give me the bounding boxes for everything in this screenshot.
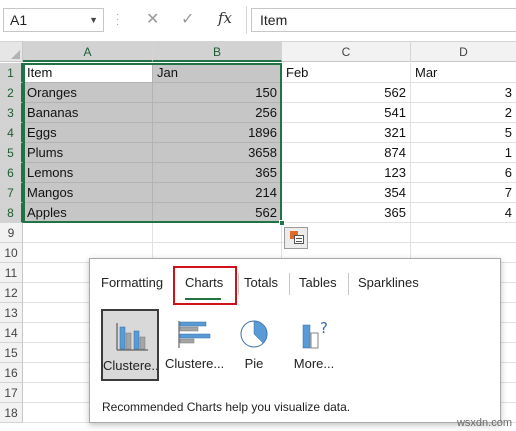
cell-c1[interactable]: Feb (282, 63, 411, 83)
cell-b9[interactable] (153, 223, 282, 243)
cell-b7[interactable]: 214 (153, 183, 282, 203)
cell-a3[interactable]: Bananas (23, 103, 153, 123)
cell-a7[interactable]: Mangos (23, 183, 153, 203)
cell-b8[interactable]: 562 (153, 203, 282, 223)
cell-c3[interactable]: 541 (282, 103, 411, 123)
fill-handle[interactable] (279, 220, 285, 226)
cell-b2[interactable]: 150 (153, 83, 282, 103)
row-header-16[interactable]: 16 (0, 363, 23, 383)
cell-a5[interactable]: Plums (23, 143, 153, 163)
cell-d4[interactable]: 5 (411, 123, 516, 143)
option-pie[interactable]: Pie (225, 309, 283, 381)
cell-d3[interactable]: 2 (411, 103, 516, 123)
option-label: Pie (244, 356, 264, 371)
row-header-10[interactable]: 10 (0, 243, 23, 263)
column-header-a[interactable]: A (23, 42, 153, 62)
select-all-button[interactable] (0, 42, 23, 62)
chevron-down-icon[interactable]: ▼ (89, 9, 98, 31)
row-header-13[interactable]: 13 (0, 303, 23, 323)
cell-d2[interactable]: 3 (411, 83, 516, 103)
highlight-box (173, 266, 237, 305)
insert-function-button[interactable]: fx (218, 9, 232, 27)
tab-formatting[interactable]: Formatting (101, 274, 163, 292)
watermark: wsxdn.com (456, 417, 512, 429)
column-header-c[interactable]: C (282, 42, 411, 62)
cell-d7[interactable]: 7 (411, 183, 516, 203)
row-header-17[interactable]: 17 (0, 383, 23, 403)
cell-b6[interactable]: 365 (153, 163, 282, 183)
more-charts-icon: ? (302, 319, 328, 349)
cell-d9[interactable] (411, 223, 516, 243)
quick-analysis-button[interactable] (284, 227, 308, 249)
row-header-4[interactable]: 4 (0, 123, 23, 143)
row-header-8[interactable]: 8 (0, 203, 23, 223)
panel-description: Recommended Charts help you visualize da… (102, 400, 351, 414)
option-clustered-column[interactable]: Clustere... (101, 309, 159, 381)
row-header-6[interactable]: 6 (0, 163, 23, 183)
cell-b4[interactable]: 1896 (153, 123, 282, 143)
pie-chart-icon (240, 320, 268, 348)
row-header-11[interactable]: 11 (0, 263, 23, 283)
cell-a2[interactable]: Oranges (23, 83, 153, 103)
formula-bar-grip-icon[interactable]: · · · (116, 10, 120, 30)
cell-a4[interactable]: Eggs (23, 123, 153, 143)
row-header-1[interactable]: 1 (0, 63, 23, 83)
cancel-icon[interactable]: ✕ (146, 10, 159, 30)
row-header-2[interactable]: 2 (0, 83, 23, 103)
cell-c5[interactable]: 874 (282, 143, 411, 163)
row-header-7[interactable]: 7 (0, 183, 23, 203)
option-label: More... (293, 356, 335, 371)
tab-separator (348, 273, 349, 295)
cell-a9[interactable] (23, 223, 153, 243)
cell-d6[interactable]: 6 (411, 163, 516, 183)
cell-c6[interactable]: 123 (282, 163, 411, 183)
formula-bar: A1 ▼ · · · ✕ ✓ fx Item (0, 0, 516, 42)
row-header-9[interactable]: 9 (0, 223, 23, 243)
row-header-18[interactable]: 18 (0, 403, 23, 423)
column-header-b[interactable]: B (153, 42, 282, 62)
cell-a6[interactable]: Lemons (23, 163, 153, 183)
tab-tables[interactable]: Tables (299, 274, 337, 292)
quick-analysis-icon-sheet (294, 235, 304, 244)
select-all-triangle-icon (11, 50, 20, 59)
formula-input[interactable]: Item (251, 8, 516, 32)
cell-d5[interactable]: 1 (411, 143, 516, 163)
column-header-d[interactable]: D (411, 42, 516, 62)
row-header-3[interactable]: 3 (0, 103, 23, 123)
cell-d1[interactable]: Mar (411, 63, 516, 83)
tab-separator (238, 273, 239, 295)
cell-a1[interactable]: Item (23, 63, 153, 83)
cell-b5[interactable]: 3658 (153, 143, 282, 163)
row-header-5[interactable]: 5 (0, 143, 23, 163)
cell-c7[interactable]: 354 (282, 183, 411, 203)
option-more-charts[interactable]: ? More... (285, 309, 343, 381)
cell-b1[interactable]: Jan (153, 63, 282, 83)
row-header-12[interactable]: 12 (0, 283, 23, 303)
name-box[interactable]: A1 ▼ (3, 8, 104, 32)
quick-analysis-panel: Formatting Charts Totals Tables Sparklin… (89, 258, 501, 423)
cell-a8[interactable]: Apples (23, 203, 153, 223)
cell-b3[interactable]: 256 (153, 103, 282, 123)
cell-c4[interactable]: 321 (282, 123, 411, 143)
tab-totals[interactable]: Totals (244, 274, 278, 292)
tab-separator (289, 273, 290, 295)
clustered-bar-chart-icon (178, 321, 211, 348)
option-label: Clustere... (165, 356, 223, 371)
enter-icon[interactable]: ✓ (181, 10, 194, 30)
formula-bar-divider (246, 6, 247, 34)
row-header-15[interactable]: 15 (0, 343, 23, 363)
name-box-value: A1 (10, 12, 28, 28)
row-header-14[interactable]: 14 (0, 323, 23, 343)
tab-sparklines[interactable]: Sparklines (358, 274, 419, 292)
cell-c8[interactable]: 365 (282, 203, 411, 223)
svg-text:?: ? (320, 319, 328, 337)
cell-c2[interactable]: 562 (282, 83, 411, 103)
option-label: Clustere... (103, 358, 157, 373)
clustered-column-chart-icon (116, 323, 148, 351)
cell-d8[interactable]: 4 (411, 203, 516, 223)
option-clustered-bar[interactable]: Clustere... (165, 309, 223, 381)
quick-analysis-icon-lines (296, 238, 302, 239)
